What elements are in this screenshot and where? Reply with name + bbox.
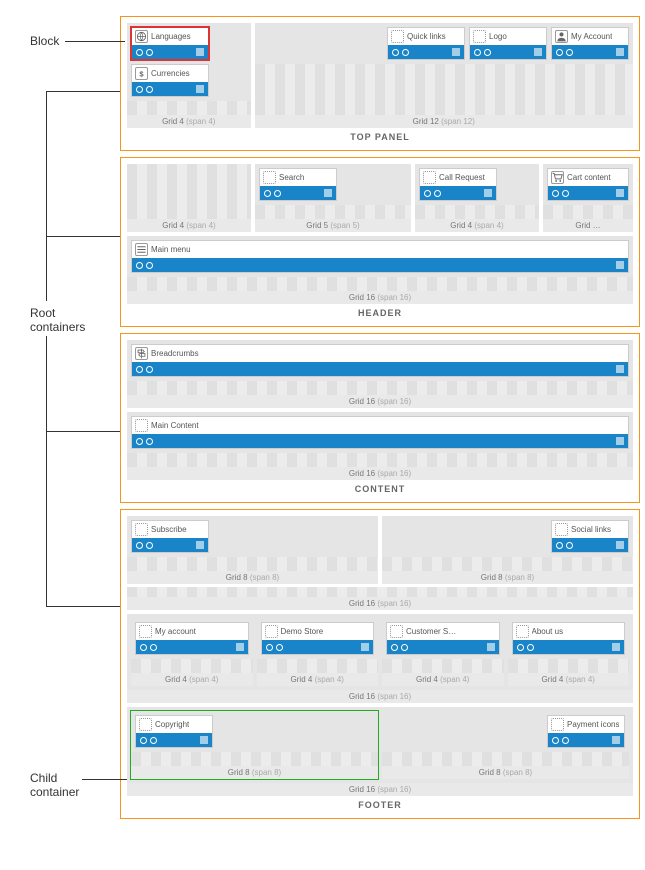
grid-cell-4[interactable]: Languages $ Currencies Grid 4 (span 4) — [127, 23, 251, 128]
block-toolbar[interactable] — [132, 45, 208, 59]
grid-cell-4c[interactable]: Customer S…Grid 4 (span 4) — [382, 618, 504, 686]
block-copyright[interactable]: Copyright — [135, 715, 213, 748]
globe-icon — [135, 30, 148, 43]
block-subscribe[interactable]: Subscribe — [131, 520, 209, 553]
root-top-panel[interactable]: Languages $ Currencies Grid 4 (span 4) — [120, 16, 640, 151]
block-main-content[interactable]: Main Content — [131, 416, 629, 449]
root-footer[interactable]: Subscribe Grid 8 (span 8) Social links G… — [120, 509, 640, 819]
block-call-request[interactable]: Call Request — [419, 168, 497, 201]
grid-cell-4b[interactable]: Call Request Grid 4 (span 4) — [415, 164, 539, 232]
signpost-icon — [135, 347, 148, 360]
grid-cell-4b[interactable]: Demo StoreGrid 4 (span 4) — [257, 618, 379, 686]
grid-cell-8b[interactable]: Social links Grid 8 (span 8) — [382, 516, 633, 584]
panel-title: FOOTER — [127, 796, 633, 812]
placeholder-icon — [423, 171, 436, 184]
block-main-menu[interactable]: Main menu — [131, 240, 629, 273]
annotation-block: Block — [30, 34, 59, 48]
block-social-links[interactable]: Social links — [551, 520, 629, 553]
panel-title: HEADER — [127, 304, 633, 320]
dollar-icon: $ — [135, 67, 148, 80]
block-about-us[interactable]: About us — [512, 622, 626, 655]
block-demo-store[interactable]: Demo Store — [261, 622, 375, 655]
grid-cell-16[interactable]: Breadcrumbs Grid 16 (span 16) — [127, 340, 633, 408]
child-container[interactable]: Copyright Grid 8 (span 8) — [131, 711, 378, 779]
block-currencies[interactable]: $ Currencies — [131, 64, 209, 97]
annotation-child: Child container — [30, 771, 79, 799]
placeholder-icon — [516, 625, 529, 638]
grid-cell-rest[interactable]: Cart content Grid … — [543, 164, 633, 232]
placeholder-icon — [555, 523, 568, 536]
placeholder-icon — [139, 625, 152, 638]
block-languages[interactable]: Languages — [131, 27, 209, 60]
grid-cell-4[interactable]: My accountGrid 4 (span 4) — [131, 618, 253, 686]
grid-cell-16[interactable]: Main menu Grid 16 (span 16) — [127, 236, 633, 304]
block-quick-links[interactable]: Quick links — [387, 27, 465, 60]
block-my-account[interactable]: My account — [135, 622, 249, 655]
annotation-root: Root containers — [30, 306, 85, 334]
placeholder-icon — [390, 625, 403, 638]
panel-title: TOP PANEL — [127, 128, 633, 144]
root-content[interactable]: Breadcrumbs Grid 16 (span 16) Main Conte… — [120, 333, 640, 503]
placeholder-icon — [391, 30, 404, 43]
placeholder-icon — [551, 718, 564, 731]
layout-diagram: Block Root containers Child container La… — [10, 16, 645, 819]
block-search[interactable]: Search — [259, 168, 337, 201]
grid-cell-5[interactable]: Search Grid 5 (span 5) — [255, 164, 411, 232]
block-breadcrumbs[interactable]: Breadcrumbs — [131, 344, 629, 377]
placeholder-icon — [135, 523, 148, 536]
placeholder-icon — [135, 419, 148, 432]
grid-cell-16-nest[interactable]: My accountGrid 4 (span 4) Demo StoreGrid… — [127, 614, 633, 703]
placeholder-icon — [139, 718, 152, 731]
grid-cell-4d[interactable]: About usGrid 4 (span 4) — [508, 618, 630, 686]
grid-cell-12[interactable]: Quick links Logo My Account Grid 12 (spa… — [255, 23, 633, 128]
block-logo[interactable]: Logo — [469, 27, 547, 60]
root-header[interactable]: Grid 4 (span 4) Search Grid 5 (span 5) C… — [120, 157, 640, 327]
block-my-account[interactable]: My Account — [551, 27, 629, 60]
svg-text:$: $ — [139, 69, 144, 78]
grid-cell-8b[interactable]: Payment icons Grid 8 (span 8) — [382, 711, 629, 779]
block-customer-service[interactable]: Customer S… — [386, 622, 500, 655]
placeholder-icon — [263, 171, 276, 184]
grid-cell-4[interactable]: Grid 4 (span 4) — [127, 164, 251, 232]
block-payment-icons[interactable]: Payment icons — [547, 715, 625, 748]
grid-cell-16b[interactable]: Main Content Grid 16 (span 16) — [127, 412, 633, 480]
grid-cell-8[interactable]: Subscribe Grid 8 (span 8) — [127, 516, 378, 584]
placeholder-icon — [473, 30, 486, 43]
cart-icon — [551, 171, 564, 184]
block-cart[interactable]: Cart content — [547, 168, 629, 201]
grid-cell-16-nest2[interactable]: Copyright Grid 8 (span 8) Payment icons … — [127, 707, 633, 796]
panel-title: CONTENT — [127, 480, 633, 496]
menu-icon — [135, 243, 148, 256]
user-icon — [555, 30, 568, 43]
placeholder-icon — [265, 625, 278, 638]
